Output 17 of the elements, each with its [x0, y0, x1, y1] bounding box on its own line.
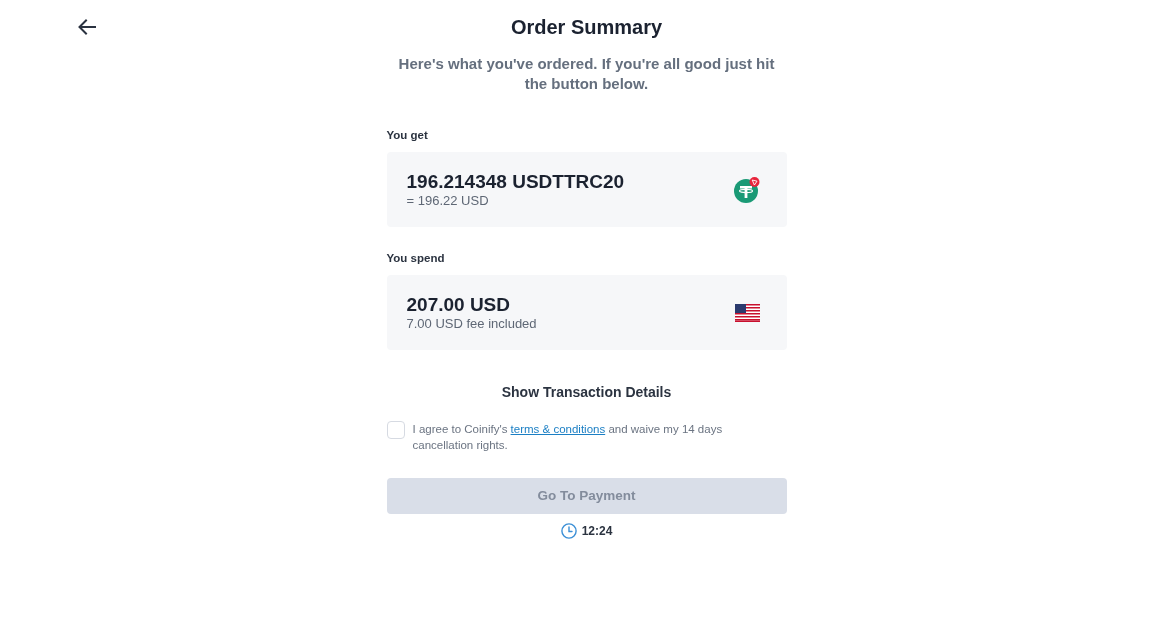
section-label: You spend — [386, 251, 446, 265]
terms-link[interactable]: terms & conditions — [510, 423, 606, 435]
countdown-timer: 12:24 — [581, 523, 613, 540]
show-details-link[interactable]: Show Transaction Details — [501, 383, 672, 401]
agreement-checkbox[interactable] — [386, 421, 405, 439]
agreement-text: I agree to Coinify's terms & conditions and waive my 14 days cancellation rights. — [412, 422, 724, 453]
page-title: Order Summary — [510, 15, 663, 39]
tether-coin-icon — [733, 176, 760, 203]
amount-value: 207.00 USD — [406, 293, 511, 316]
clock-icon — [560, 523, 577, 539]
section-label: You get — [386, 128, 429, 142]
back-arrow-icon — [78, 19, 96, 35]
amount-note: = 196.22 USD — [406, 192, 490, 209]
page-subtitle: Here's what you've ordered. If you're all good just hit the button below. — [397, 54, 776, 94]
amount-value: 196.214348 USDTTRC20 — [406, 170, 625, 193]
us-flag-icon — [734, 303, 760, 322]
amount-note: 7.00 USD fee included — [406, 315, 537, 332]
